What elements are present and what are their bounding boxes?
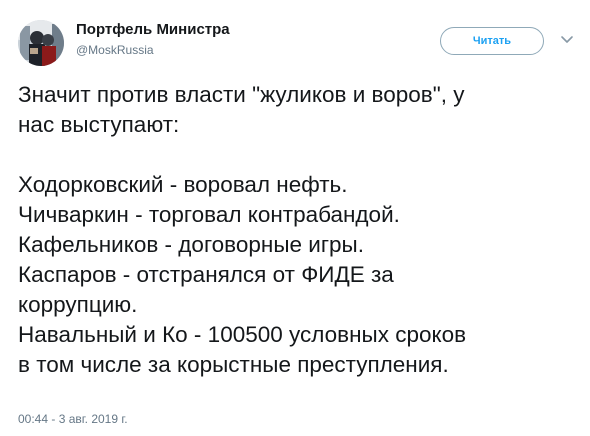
follow-button[interactable]: Читать <box>440 27 544 55</box>
author-handle[interactable]: @MoskRussia <box>76 43 154 57</box>
chevron-down-icon[interactable] <box>560 34 574 46</box>
tweet-text: Значит против власти "жуликов и воров", … <box>18 80 578 380</box>
avatar[interactable] <box>18 20 64 66</box>
tweet-text-line: Навальный и Ко - 100500 условных сроков <box>18 322 467 347</box>
tweet-text-line: нас выступают: <box>18 112 180 137</box>
avatar-photo-icon <box>18 20 64 66</box>
tweet-text-line: Ходорковский - воровал нефть. <box>18 172 348 197</box>
tweet-text-line: Каспаров - отстранялся от ФИДЕ за <box>18 262 394 287</box>
tweet-text-line: Чичваркин - торговал контрабандой. <box>18 202 400 227</box>
tweet-text-line: Значит против власти "жуликов и воров", … <box>18 82 465 107</box>
tweet-text-line: Кафельников - договорные игры. <box>18 232 364 257</box>
tweet-text-line: в том числе за корыстные преступления. <box>18 352 449 377</box>
author-name[interactable]: Портфель Министра <box>76 21 230 38</box>
tweet-timestamp[interactable]: 00:44 - 3 авг. 2019 г. <box>18 412 128 426</box>
tweet-text-line: коррупцию. <box>18 292 138 317</box>
